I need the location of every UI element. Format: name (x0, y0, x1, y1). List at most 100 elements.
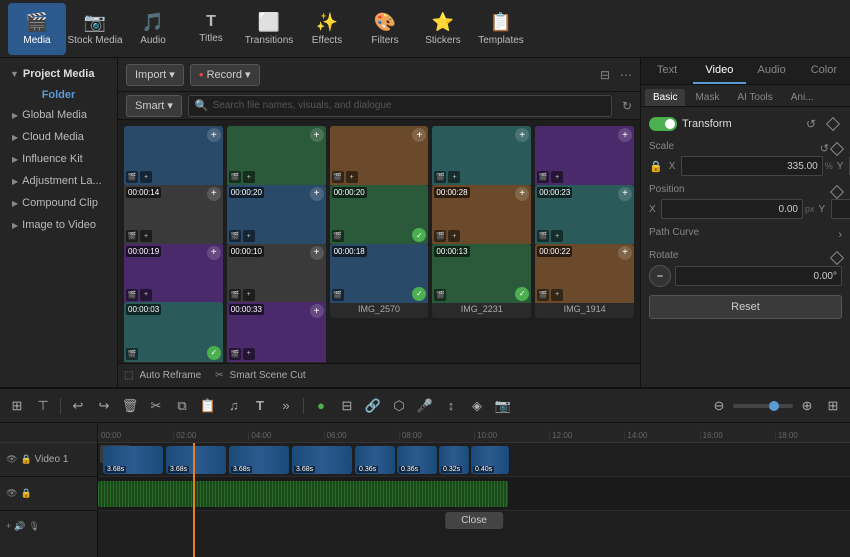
video-clip-6[interactable]: 0.32s (439, 446, 469, 474)
lock-icon[interactable]: 🔒 (649, 160, 663, 173)
toolbar-titles[interactable]: T Titles (182, 3, 240, 55)
toolbar-media[interactable]: 🎬 Media (8, 3, 66, 55)
tl-camera-btn[interactable]: 📷 (492, 395, 514, 417)
tab-audio[interactable]: Audio (746, 58, 798, 84)
track-eye2-icon[interactable]: 👁 (6, 488, 17, 499)
zoom-in-btn[interactable]: ⊕ (796, 395, 818, 417)
add-small-icon[interactable]: + (243, 289, 255, 301)
zoom-slider[interactable] (733, 404, 793, 408)
reset-scale-icon[interactable]: ↺ (820, 142, 829, 155)
scale-keyframe-icon[interactable] (830, 141, 844, 155)
tl-music-btn[interactable]: ♫ (223, 395, 245, 417)
smart-dropdown[interactable]: Smart ▾ (126, 95, 182, 117)
add-media-icon[interactable]: + (310, 304, 324, 318)
toolbar-stock-media[interactable]: 📷 Stock Media (66, 3, 124, 55)
subtab-ani[interactable]: Ani... (783, 89, 822, 106)
toolbar-transitions[interactable]: ⬜ Transitions (240, 3, 298, 55)
add-small-icon[interactable]: + (140, 289, 152, 301)
add-small-icon[interactable]: + (551, 289, 563, 301)
tl-magnet-btn[interactable]: 🔗 (362, 395, 384, 417)
add-small-icon[interactable]: + (346, 171, 358, 183)
add-media-icon[interactable]: + (207, 187, 221, 201)
track-lock2-icon[interactable]: 🔒 (20, 488, 31, 499)
record-button[interactable]: ● Record ▾ (190, 64, 260, 86)
tl-delete-btn[interactable]: 🗑 (119, 395, 141, 417)
pos-x-input[interactable] (661, 199, 803, 219)
timeline-playhead[interactable] (193, 443, 195, 557)
video-clip-2[interactable]: 3.68s (229, 446, 289, 474)
zoom-out-btn[interactable]: ⊖ (708, 395, 730, 417)
toolbar-filters[interactable]: 🎨 Filters (356, 3, 414, 55)
diamond-transform-icon[interactable] (824, 115, 842, 133)
add-media-icon[interactable]: + (412, 128, 426, 142)
tl-redo-btn[interactable]: ↪ (93, 395, 115, 417)
tl-paste-btn[interactable]: 📋 (197, 395, 219, 417)
tl-arrow-btn[interactable]: ↕ (440, 395, 462, 417)
tl-marker-btn[interactable]: ◈ (466, 395, 488, 417)
add-media-icon[interactable]: + (618, 128, 632, 142)
add-small-icon[interactable]: + (551, 230, 563, 242)
audio-clip-1[interactable] (98, 481, 508, 507)
track-eye-icon[interactable]: 👁 (6, 454, 17, 465)
add-small-icon[interactable]: + (448, 230, 460, 242)
sidebar-item-influence-kit[interactable]: ▶ Influence Kit (0, 148, 117, 170)
toolbar-stickers[interactable]: ⭐ Stickers (414, 3, 472, 55)
rotate-dial[interactable] (649, 265, 671, 287)
media-item-12[interactable]: 00:00:18 ✓ 🎬 IMG_2570 (330, 244, 429, 318)
add-small-icon[interactable]: + (243, 348, 255, 360)
sidebar-item-compound-clip[interactable]: ▶ Compound Clip (0, 192, 117, 214)
tl-add-track-btn[interactable]: ⊞ (6, 395, 28, 417)
add-media-icon[interactable]: + (207, 246, 221, 260)
path-curve-arrow-icon[interactable]: › (838, 229, 842, 241)
subtab-ai-tools[interactable]: AI Tools (729, 89, 780, 106)
tl-undo-btn[interactable]: ↩ (67, 395, 89, 417)
tab-video[interactable]: Video (693, 58, 745, 84)
add-small-icon[interactable]: + (551, 171, 563, 183)
add-small-icon[interactable]: + (243, 171, 255, 183)
track-lock-icon[interactable]: 🔒 (20, 454, 31, 465)
mute-icon[interactable]: 🎙 (28, 521, 39, 532)
media-item-14[interactable]: 00:00:22 + 🎬 + IMG_1914 (535, 244, 634, 318)
sidebar-item-image-to-video[interactable]: ▶ Image to Video (0, 214, 117, 236)
sidebar-item-cloud-media[interactable]: ▶ Cloud Media (0, 126, 117, 148)
toolbar-templates[interactable]: 📋 Templates (472, 3, 530, 55)
add-small-icon[interactable]: + (243, 230, 255, 242)
more-options-icon[interactable]: ⋯ (620, 68, 632, 82)
add-track-btn-small[interactable]: + (6, 521, 11, 531)
add-media-icon[interactable]: + (207, 128, 221, 142)
tl-cut-btn[interactable]: ✂ (145, 395, 167, 417)
video-clip-3[interactable]: 3.68s (292, 446, 352, 474)
auto-reframe-label[interactable]: Auto Reframe (139, 370, 201, 381)
video-clip-7[interactable]: 0.40s (471, 446, 509, 474)
refresh-icon[interactable]: ↻ (622, 99, 632, 113)
tl-copy-btn[interactable]: ⧉ (171, 395, 193, 417)
sidebar-item-adjustment[interactable]: ▶ Adjustment La... (0, 170, 117, 192)
add-small-icon[interactable]: + (140, 230, 152, 242)
toolbar-effects[interactable]: ✨ Effects (298, 3, 356, 55)
media-item-13[interactable]: 00:00:13 ✓ 🎬 IMG_2231 (432, 244, 531, 318)
reset-transform-icon[interactable]: ↺ (802, 115, 820, 133)
transform-switch[interactable] (649, 117, 677, 131)
video-clip-5[interactable]: 0.36s (397, 446, 437, 474)
transform-toggle[interactable]: Transform (649, 117, 732, 131)
add-media-icon[interactable]: + (310, 246, 324, 260)
tab-text[interactable]: Text (641, 58, 693, 84)
add-small-icon[interactable]: + (448, 171, 460, 183)
tl-text-btn[interactable]: T (249, 395, 271, 417)
tl-grid-btn[interactable]: ⊞ (822, 395, 844, 417)
subtab-basic[interactable]: Basic (645, 89, 685, 106)
folder-label[interactable]: Folder (0, 86, 117, 104)
tl-snap-btn[interactable]: ⊟ (336, 395, 358, 417)
volume-icon[interactable]: 🔊 (14, 521, 25, 532)
video-clip-4[interactable]: 0.36s (355, 446, 395, 474)
sidebar-item-global-media[interactable]: ▶ Global Media (0, 104, 117, 126)
reset-button[interactable]: Reset (649, 295, 842, 319)
rotate-keyframe-icon[interactable] (830, 250, 844, 264)
add-media-icon[interactable]: + (515, 128, 529, 142)
video-clip-1[interactable]: 3.68s (166, 446, 226, 474)
add-media-icon[interactable]: + (618, 246, 632, 260)
close-button[interactable]: Close (445, 512, 503, 529)
tl-mic-btn[interactable]: 🎤 (414, 395, 436, 417)
rotate-input[interactable] (675, 266, 842, 286)
position-keyframe-icon[interactable] (830, 184, 844, 198)
